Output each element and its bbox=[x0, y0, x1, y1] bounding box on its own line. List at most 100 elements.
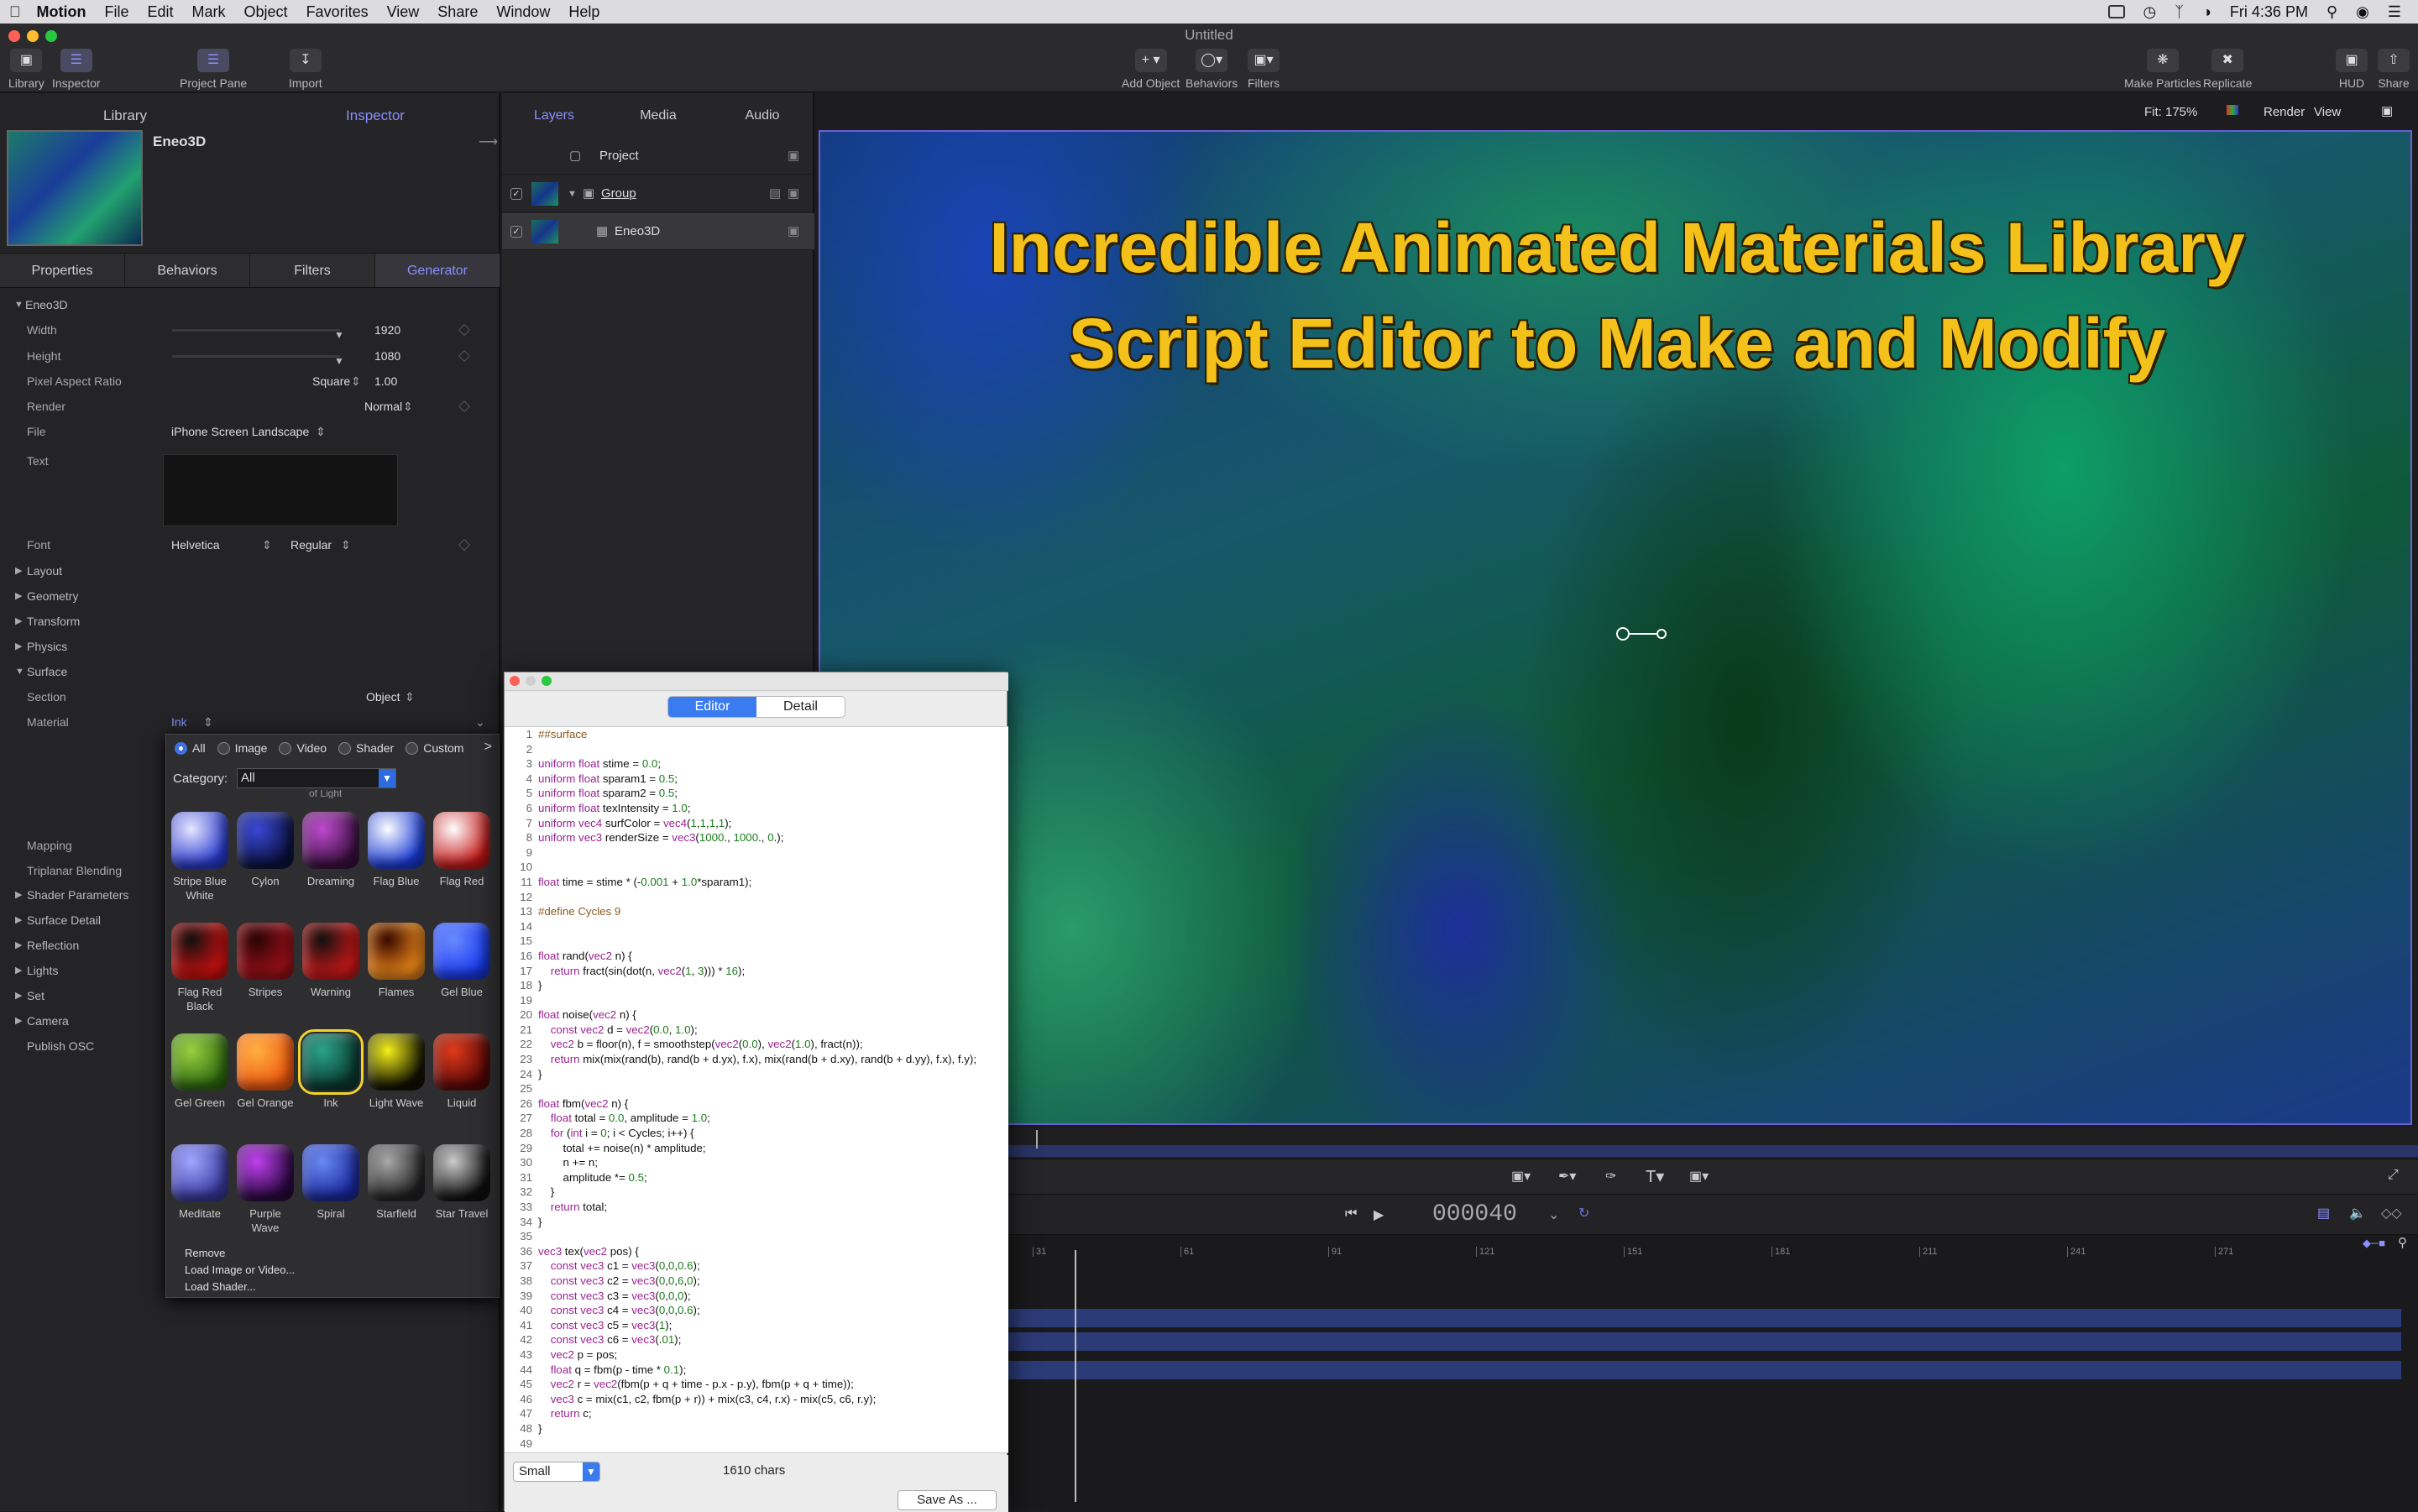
inspector-button[interactable]: ☰ Inspector bbox=[52, 49, 101, 90]
height-slider[interactable] bbox=[172, 355, 340, 358]
height-value[interactable]: 1080 bbox=[374, 344, 400, 368]
material-popup[interactable]: Ink bbox=[171, 710, 187, 734]
search-icon[interactable]: ⚲ bbox=[2326, 3, 2337, 21]
width-value[interactable]: 1920 bbox=[374, 318, 400, 342]
menu-object[interactable]: Object bbox=[235, 3, 297, 21]
font-style-popup[interactable]: Regular bbox=[290, 533, 332, 557]
section-transform[interactable]: ▶ Transform bbox=[0, 609, 500, 634]
share-button[interactable]: ⇧ Share bbox=[2378, 49, 2410, 90]
layer-visibility-checkbox[interactable]: ✓ bbox=[510, 226, 522, 238]
paint-stroke-icon[interactable]: ✑ bbox=[1605, 1168, 1616, 1185]
menu-help[interactable]: Help bbox=[559, 3, 609, 21]
section-popup[interactable]: Object bbox=[366, 685, 400, 709]
chevron-down-icon[interactable]: ⌄ bbox=[1548, 1206, 1559, 1223]
mini-timeline[interactable] bbox=[1008, 1128, 2418, 1159]
apple-icon[interactable]:  bbox=[0, 3, 30, 21]
pin-icon[interactable]: ⟶ bbox=[479, 133, 498, 150]
project-pane-button[interactable]: ☰ Project Pane bbox=[180, 49, 247, 90]
layer-row-group[interactable]: ✓ ▼ ▣ Group ▤ ▣ bbox=[502, 175, 814, 212]
load-shader-item[interactable]: Load Shader... bbox=[185, 1280, 256, 1293]
tab-behaviors[interactable]: Behaviors bbox=[125, 254, 250, 287]
time-machine-icon[interactable]: ◷ bbox=[2143, 3, 2157, 21]
tab-generator[interactable]: Generator bbox=[375, 254, 500, 287]
replicate-button[interactable]: ✖ Replicate bbox=[2203, 49, 2252, 90]
material-swatch[interactable]: Flames bbox=[366, 923, 427, 999]
mini-playhead[interactable] bbox=[1036, 1130, 1038, 1148]
view-popup[interactable]: View bbox=[2314, 105, 2341, 119]
library-button[interactable]: ▣ Library bbox=[8, 49, 44, 90]
section-layout[interactable]: ▶ Layout bbox=[0, 558, 500, 583]
material-swatch[interactable]: Starfield bbox=[366, 1144, 427, 1221]
section-physics[interactable]: ▶ Physics bbox=[0, 634, 500, 659]
zoom-popup[interactable]: Fit: 175% bbox=[2144, 105, 2197, 119]
text-tool-icon[interactable]: T▾ bbox=[1646, 1166, 1664, 1187]
pixel-aspect-popup[interactable]: Square bbox=[312, 369, 350, 393]
menu-window[interactable]: Window bbox=[487, 3, 559, 21]
section-eneo3d[interactable]: ▼ Eneo3D bbox=[0, 293, 500, 317]
timeline-toggle-icon[interactable]: ▤ bbox=[2317, 1205, 2330, 1222]
material-swatch[interactable]: Meditate bbox=[170, 1144, 230, 1221]
render-popup-canvas[interactable]: Render bbox=[2264, 105, 2305, 119]
timecode-display[interactable]: 000040 bbox=[1432, 1201, 1517, 1227]
zoom-icon[interactable]: ⚲ bbox=[2398, 1235, 2407, 1250]
filter-all-radio[interactable]: All bbox=[175, 741, 206, 755]
channels-icon[interactable] bbox=[2227, 105, 2238, 115]
next-page-button[interactable]: > bbox=[484, 740, 492, 755]
tab-media[interactable]: Media bbox=[606, 99, 710, 133]
behaviors-button[interactable]: ◯▾ Behaviors bbox=[1185, 49, 1238, 90]
material-swatch[interactable]: Stripes bbox=[235, 923, 296, 999]
tab-library[interactable]: Library bbox=[0, 99, 250, 133]
material-swatch[interactable]: Gel Green bbox=[170, 1033, 230, 1110]
tab-inspector[interactable]: Inspector bbox=[250, 99, 500, 133]
pen-tool-icon[interactable]: ✒▾ bbox=[1558, 1168, 1576, 1185]
wifi-icon[interactable]: ◑ bbox=[2202, 3, 2211, 21]
layer-visibility-checkbox[interactable]: ✓ bbox=[510, 188, 522, 200]
select-transform-icon[interactable]: ▣▾ bbox=[1511, 1168, 1531, 1185]
material-swatch[interactable]: Ink bbox=[298, 1029, 364, 1110]
timeline-track-project[interactable] bbox=[1008, 1309, 2401, 1327]
menu-app-name[interactable]: Motion bbox=[30, 3, 96, 21]
menu-edit[interactable]: Edit bbox=[139, 3, 183, 21]
filter-image-radio[interactable]: Image bbox=[217, 741, 267, 755]
lock-icon[interactable]: ▣ bbox=[788, 138, 799, 175]
filter-shader-radio[interactable]: Shader bbox=[338, 741, 394, 755]
view-layout-icon[interactable]: ▣ bbox=[2381, 103, 2393, 118]
layer-options-icon[interactable]: ▤ bbox=[769, 175, 781, 212]
anchor-point-handle[interactable] bbox=[1616, 627, 1630, 641]
text-input[interactable] bbox=[163, 454, 398, 526]
go-to-start-icon[interactable]: ⏮ bbox=[1345, 1206, 1357, 1222]
pixel-aspect-value[interactable]: 1.00 bbox=[374, 369, 397, 393]
material-swatch[interactable]: Warning bbox=[301, 923, 361, 999]
tab-detail[interactable]: Detail bbox=[756, 697, 845, 717]
material-swatch[interactable]: Star Travel bbox=[432, 1144, 492, 1221]
loop-icon[interactable]: ↻ bbox=[1578, 1205, 1589, 1222]
play-icon[interactable]: ▶ bbox=[1374, 1206, 1384, 1223]
keyframe-icon[interactable] bbox=[458, 349, 471, 363]
bluetooth-icon[interactable]: ᛉ bbox=[2175, 3, 2184, 21]
material-swatch[interactable]: Flag Red bbox=[432, 812, 492, 888]
timeline-track-eneo3d[interactable] bbox=[1008, 1361, 2401, 1379]
material-swatch[interactable]: Purple Wave bbox=[235, 1144, 296, 1235]
load-image-video-item[interactable]: Load Image or Video... bbox=[185, 1263, 295, 1276]
section-geometry[interactable]: ▶ Geometry bbox=[0, 583, 500, 609]
material-swatch[interactable]: Cylon bbox=[235, 812, 296, 888]
disclosure-open-icon[interactable]: ▼ bbox=[568, 175, 577, 212]
close-window-icon[interactable] bbox=[510, 676, 520, 686]
material-swatch[interactable]: Liquid bbox=[432, 1033, 492, 1110]
keyframe-editor-icon[interactable]: ◇◇ bbox=[2381, 1205, 2402, 1222]
siri-icon[interactable]: ◉ bbox=[2356, 3, 2369, 21]
rotation-handle[interactable] bbox=[1656, 629, 1667, 639]
clock[interactable]: Fri 4:36 PM bbox=[2230, 3, 2308, 21]
material-swatch[interactable]: Flag Blue bbox=[366, 812, 427, 888]
lock-icon[interactable]: ▣ bbox=[788, 213, 799, 250]
menu-share[interactable]: Share bbox=[428, 3, 487, 21]
make-particles-button[interactable]: ❋ Make Particles bbox=[2124, 49, 2201, 90]
material-swatch[interactable]: Spiral bbox=[301, 1144, 361, 1221]
screen-mirror-icon[interactable] bbox=[2107, 5, 2125, 18]
fullscreen-icon[interactable]: ⤢ bbox=[2388, 1168, 2399, 1183]
file-popup[interactable]: iPhone Screen Landscape bbox=[171, 420, 309, 443]
canvas-preview[interactable]: Incredible Animated Materials Library Sc… bbox=[819, 130, 2412, 1125]
mask-tool-icon[interactable]: ▣▾ bbox=[1689, 1168, 1709, 1185]
material-swatch[interactable]: Dreaming bbox=[301, 812, 361, 888]
tab-layers[interactable]: Layers bbox=[502, 99, 606, 133]
